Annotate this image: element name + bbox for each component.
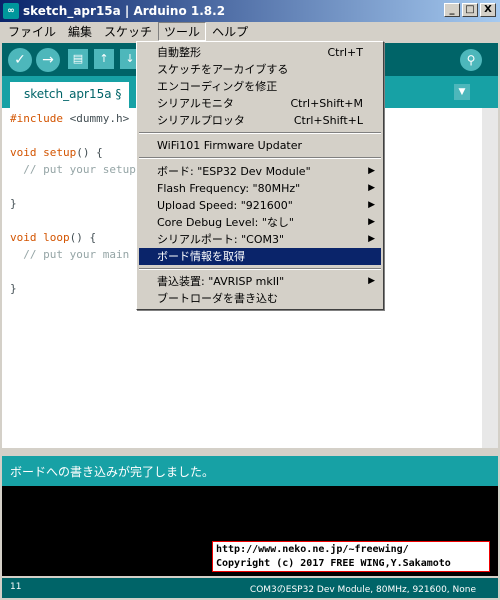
menu-item-upload-speed[interactable]: Upload Speed: "921600" ▶ — [139, 197, 381, 214]
upload-button[interactable]: → — [36, 48, 60, 72]
menu-sketch[interactable]: スケッチ — [98, 22, 158, 41]
credit-overlay: http://www.neko.ne.jp/~freewing/ Copyrig… — [212, 541, 490, 572]
menu-item-archive-sketch[interactable]: スケッチをアーカイブする — [139, 61, 381, 78]
status-bar: ボードへの書き込みが完了しました。 — [2, 456, 498, 486]
new-sketch-button[interactable]: ▤ — [68, 49, 88, 69]
submenu-arrow-icon: ▶ — [368, 166, 375, 176]
submenu-arrow-icon: ▶ — [368, 183, 375, 193]
menu-item-board[interactable]: ボード: "ESP32 Dev Module" ▶ — [139, 163, 381, 180]
title-bar: ∞ sketch_apr15a | Arduino 1.8.2 _ □ X — [0, 0, 500, 22]
submenu-arrow-icon: ▶ — [368, 234, 375, 244]
verify-button[interactable]: ✓ — [8, 48, 32, 72]
minimize-button[interactable]: _ — [444, 3, 460, 17]
status-message: ボードへの書き込みが完了しました。 — [10, 465, 215, 479]
code-line-setup: void setup() { — [10, 146, 103, 159]
menu-edit[interactable]: 編集 — [62, 22, 98, 41]
code-line-loop-comment: // put your main cc — [10, 248, 150, 261]
maximize-button[interactable]: □ — [462, 3, 478, 17]
line-number: 11 — [10, 582, 22, 592]
submenu-arrow-icon: ▶ — [368, 200, 375, 210]
menu-item-auto-format[interactable]: 自動整形 Ctrl+T — [139, 44, 381, 61]
menu-file[interactable]: ファイル — [2, 22, 62, 41]
menu-bar: ファイル 編集 スケッチ ツール ヘルプ — [0, 22, 500, 41]
menu-item-serial-monitor[interactable]: シリアルモニタ Ctrl+Shift+M — [139, 95, 381, 112]
submenu-arrow-icon: ▶ — [368, 276, 375, 286]
menu-separator — [139, 132, 381, 134]
code-line-loop-close: } — [10, 282, 17, 295]
menu-separator — [139, 268, 381, 270]
menu-item-serial-port[interactable]: シリアルポート: "COM3" ▶ — [139, 231, 381, 248]
menu-separator — [139, 157, 381, 159]
close-button[interactable]: X — [480, 3, 496, 17]
board-info: COM3のESP32 Dev Module, 80MHz, 921600, No… — [249, 585, 476, 595]
editor-scrollbar[interactable] — [482, 108, 498, 448]
menu-item-burn-bootloader[interactable]: ブートローダを書き込む — [139, 290, 381, 307]
footer-bar: 11 COM3のESP32 Dev Module, 80MHz, 921600,… — [2, 578, 498, 598]
tools-menu: 自動整形 Ctrl+T スケッチをアーカイブする エンコーディングを修正 シリアル… — [136, 41, 384, 310]
credit-url: http://www.neko.ne.jp/~freewing/ — [216, 544, 409, 555]
submenu-arrow-icon: ▶ — [368, 217, 375, 227]
menu-tools[interactable]: ツール — [158, 22, 207, 41]
editor-console-divider[interactable] — [2, 448, 498, 456]
menu-item-board-info[interactable]: ボード情報を取得 — [139, 248, 381, 265]
serial-monitor-button[interactable]: ⚲ — [460, 49, 482, 71]
menu-item-flash-frequency[interactable]: Flash Frequency: "80MHz" ▶ — [139, 180, 381, 197]
open-sketch-button[interactable]: ↑ — [94, 49, 114, 69]
window-title: sketch_apr15a | Arduino 1.8.2 — [23, 4, 226, 18]
code-line-setup-close: } — [10, 197, 17, 210]
code-line-setup-comment: // put your setup c — [10, 163, 150, 176]
window-controls: _ □ X — [444, 3, 496, 17]
menu-item-programmer[interactable]: 書込装置: "AVRISP mkII" ▶ — [139, 273, 381, 290]
menu-help[interactable]: ヘルプ — [206, 22, 254, 41]
arduino-logo-icon: ∞ — [3, 3, 19, 19]
credit-copyright: Copyright (c) 2017 FREE WING,Y.Sakamoto — [216, 558, 451, 569]
menu-item-serial-plotter[interactable]: シリアルプロッタ Ctrl+Shift+L — [139, 112, 381, 129]
code-line-include: #include <dummy.h> — [10, 112, 130, 125]
menu-item-core-debug[interactable]: Core Debug Level: "なし" ▶ — [139, 214, 381, 231]
tab-menu-icon[interactable]: ▼ — [454, 84, 470, 100]
menu-item-wifi-updater[interactable]: WiFi101 Firmware Updater — [139, 137, 381, 154]
menu-item-fix-encoding[interactable]: エンコーディングを修正 — [139, 78, 381, 95]
code-line-loop: void loop() { — [10, 231, 97, 244]
tab-sketch[interactable]: sketch_apr15a § — [10, 82, 130, 108]
